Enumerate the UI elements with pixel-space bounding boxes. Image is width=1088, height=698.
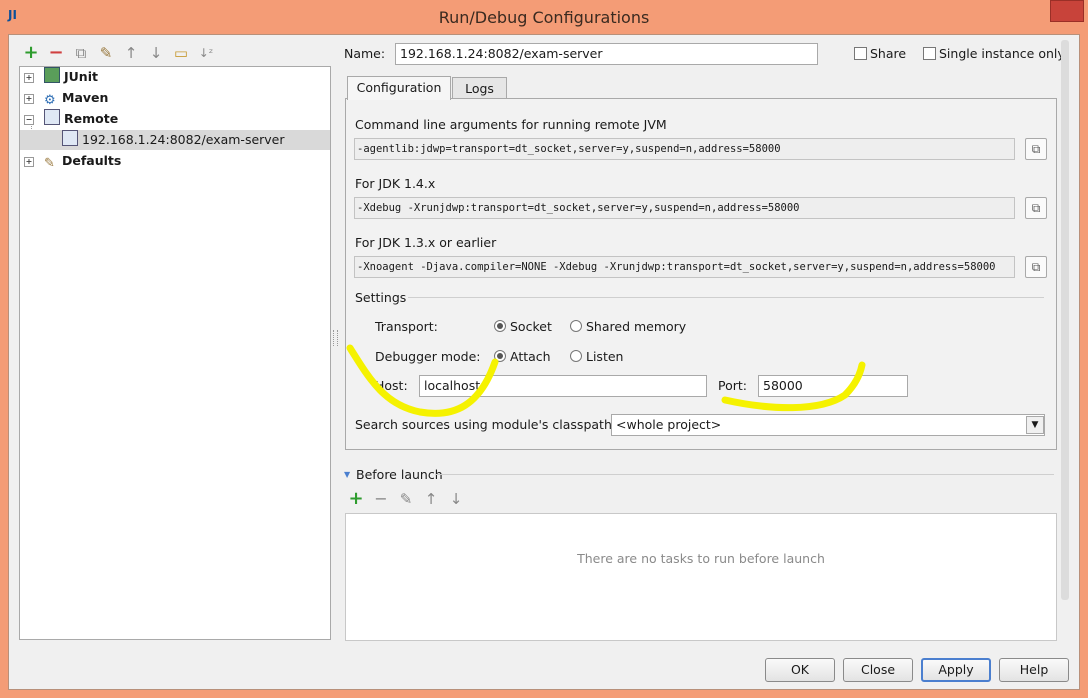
expand-icon[interactable]: + — [24, 94, 34, 104]
edit-task-icon[interactable]: ✎ — [396, 490, 416, 508]
remove-task-icon[interactable]: − — [371, 490, 391, 508]
transport-shared-label: Shared memory — [586, 319, 687, 334]
highlight-marker-strokes — [346, 344, 866, 417]
highlight-mark-port — [721, 361, 866, 412]
tree-item-label: 192.168.1.24:8082/exam-server — [82, 132, 285, 147]
sort-icon[interactable]: ↓ᶻ — [196, 44, 216, 62]
empty-tasks-message: There are no tasks to run before launch — [577, 551, 825, 566]
move-down-icon[interactable]: ↓ — [146, 44, 166, 62]
tab-configuration[interactable]: Configuration — [347, 76, 451, 100]
maven-icon: ⚙ — [44, 93, 56, 108]
transport-shared-radio[interactable] — [570, 320, 582, 332]
before-launch-divider — [435, 474, 1054, 475]
transport-label: Transport: — [375, 319, 438, 334]
configuration-tree[interactable]: + JUnit + ⚙ Maven − Remote 192.168.1.24:8… — [19, 66, 331, 640]
add-icon[interactable]: + — [21, 44, 41, 62]
defaults-wrench-icon: ✎ — [44, 156, 55, 171]
jdk13-label: For JDK 1.3.x or earlier — [355, 235, 497, 250]
remote-icon — [44, 109, 60, 125]
move-up-icon[interactable]: ↑ — [121, 44, 141, 62]
tab-logs[interactable]: Logs — [452, 77, 507, 99]
move-task-down-icon[interactable]: ↓ — [446, 490, 466, 508]
remove-icon[interactable]: − — [46, 44, 66, 62]
share-label: Share — [870, 46, 907, 61]
window-title: Run/Debug Configurations — [438, 8, 650, 27]
name-label: Name: — [344, 46, 386, 61]
chevron-down-icon[interactable]: ▼ — [1026, 416, 1044, 434]
window-close-button[interactable] — [1050, 0, 1084, 22]
single-instance-label: Single instance only — [939, 46, 1065, 61]
cmdline-label: Command line arguments for running remot… — [355, 117, 667, 132]
apply-button[interactable]: Apply — [921, 658, 991, 682]
splitter-handle[interactable] — [333, 330, 338, 346]
copy-jdk14-icon[interactable]: ⧉ — [1025, 197, 1047, 219]
before-launch-task-list[interactable]: There are no tasks to run before launch — [345, 513, 1057, 641]
junit-icon — [44, 67, 60, 83]
name-field[interactable]: 192.168.1.24:8082/exam-server — [395, 43, 818, 65]
copy-cmdline-icon[interactable]: ⧉ — [1025, 138, 1047, 160]
wrench-icon[interactable]: ✎ — [96, 44, 116, 62]
collapse-icon[interactable]: − — [24, 115, 34, 125]
tree-item-label: Remote — [64, 111, 119, 126]
remote-config-icon — [62, 130, 78, 146]
tree-item-remote-config[interactable]: 192.168.1.24:8082/exam-server — [20, 130, 330, 150]
expand-icon[interactable]: + — [24, 73, 34, 83]
jdk13-field[interactable]: -Xnoagent -Djava.compiler=NONE -Xdebug -… — [354, 256, 1015, 278]
tree-item-label: Defaults — [62, 153, 122, 168]
tree-item-label: Maven — [62, 90, 109, 105]
settings-heading: Settings — [355, 290, 407, 305]
before-launch-heading[interactable]: Before launch — [356, 467, 443, 482]
title-bar[interactable]: JI Run/Debug Configurations — [0, 0, 1088, 36]
vertical-scrollbar[interactable] — [1061, 40, 1069, 600]
close-button[interactable]: Close — [843, 658, 913, 682]
transport-socket-label: Socket — [510, 319, 552, 334]
collapse-triangle-icon[interactable]: ▼ — [344, 470, 350, 479]
tree-item-label: JUnit — [64, 69, 98, 84]
copy-icon[interactable]: ⧉ — [71, 44, 91, 62]
expand-icon[interactable]: + — [24, 157, 34, 167]
highlight-mark-host — [346, 344, 499, 417]
copy-jdk13-icon[interactable]: ⧉ — [1025, 256, 1047, 278]
share-checkbox[interactable] — [854, 47, 867, 60]
move-task-up-icon[interactable]: ↑ — [421, 490, 441, 508]
jdk14-field[interactable]: -Xdebug -Xrunjdwp:transport=dt_socket,se… — [354, 197, 1015, 219]
cmdline-field[interactable]: -agentlib:jdwp=transport=dt_socket,serve… — [354, 138, 1015, 160]
folder-icon[interactable]: ▭ — [171, 44, 191, 62]
single-instance-checkbox[interactable] — [923, 47, 936, 60]
jdk14-label: For JDK 1.4.x — [355, 176, 436, 191]
ok-button[interactable]: OK — [765, 658, 835, 682]
settings-divider — [408, 297, 1044, 298]
help-button[interactable]: Help — [999, 658, 1069, 682]
add-task-icon[interactable]: + — [346, 490, 366, 508]
transport-socket-radio[interactable] — [494, 320, 506, 332]
